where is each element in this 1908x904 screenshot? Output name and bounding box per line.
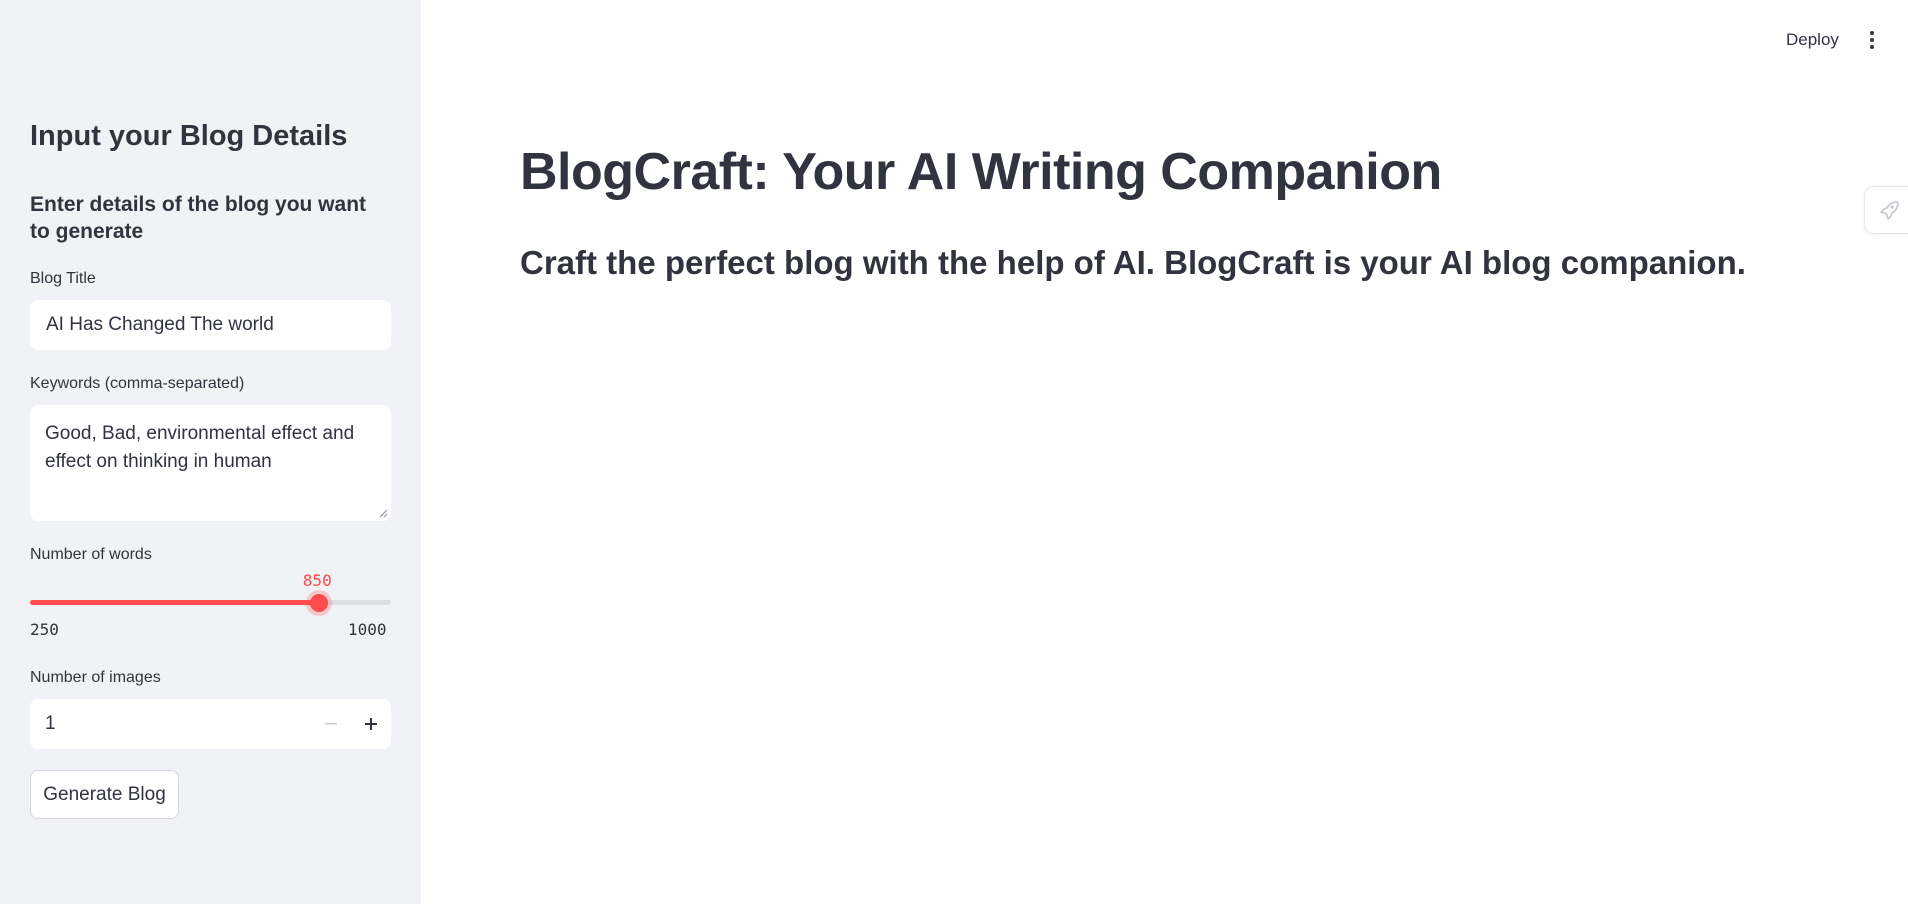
kebab-menu-icon[interactable] — [1862, 28, 1882, 52]
blog-title-label: Blog Title — [30, 270, 96, 287]
rocket-icon[interactable] — [1864, 186, 1908, 234]
generate-blog-button[interactable]: Generate Blog — [30, 770, 179, 819]
sidebar: Input your Blog Details Enter details of… — [0, 0, 421, 904]
sidebar-header: Input your Blog Details — [30, 120, 348, 152]
page-subtitle: Craft the perfect blog with the help of … — [520, 244, 1746, 281]
minus-icon[interactable] — [311, 699, 351, 749]
words-slider-value: 850 — [302, 571, 332, 590]
blog-title-input[interactable]: AI Has Changed The world — [30, 300, 391, 350]
images-label: Number of images — [30, 669, 161, 686]
words-slider-fill — [30, 600, 319, 605]
words-slider-track[interactable] — [30, 600, 391, 605]
plus-icon[interactable] — [351, 699, 391, 749]
images-value: 1 — [45, 713, 56, 734]
words-slider-max: 1000 — [348, 620, 387, 639]
generate-blog-label: Generate Blog — [43, 783, 166, 805]
keywords-label: Keywords (comma-separated) — [30, 375, 245, 392]
words-slider-min: 250 — [30, 620, 59, 639]
page-title: BlogCraft: Your AI Writing Companion — [520, 143, 1442, 201]
deploy-button[interactable]: Deploy — [1786, 30, 1839, 50]
blog-title-value: AI Has Changed The world — [46, 314, 274, 335]
keywords-textarea[interactable]: Good, Bad, environmental effect and effe… — [30, 405, 391, 521]
sidebar-subheader: Enter details of the blog you want to ge… — [30, 193, 367, 243]
words-slider-thumb[interactable] — [309, 594, 328, 612]
resize-handle-icon[interactable] — [378, 508, 388, 518]
images-number-input[interactable]: 1 — [30, 699, 391, 749]
words-slider-label: Number of words — [30, 546, 152, 563]
keywords-value: Good, Bad, environmental effect and effe… — [45, 423, 355, 472]
